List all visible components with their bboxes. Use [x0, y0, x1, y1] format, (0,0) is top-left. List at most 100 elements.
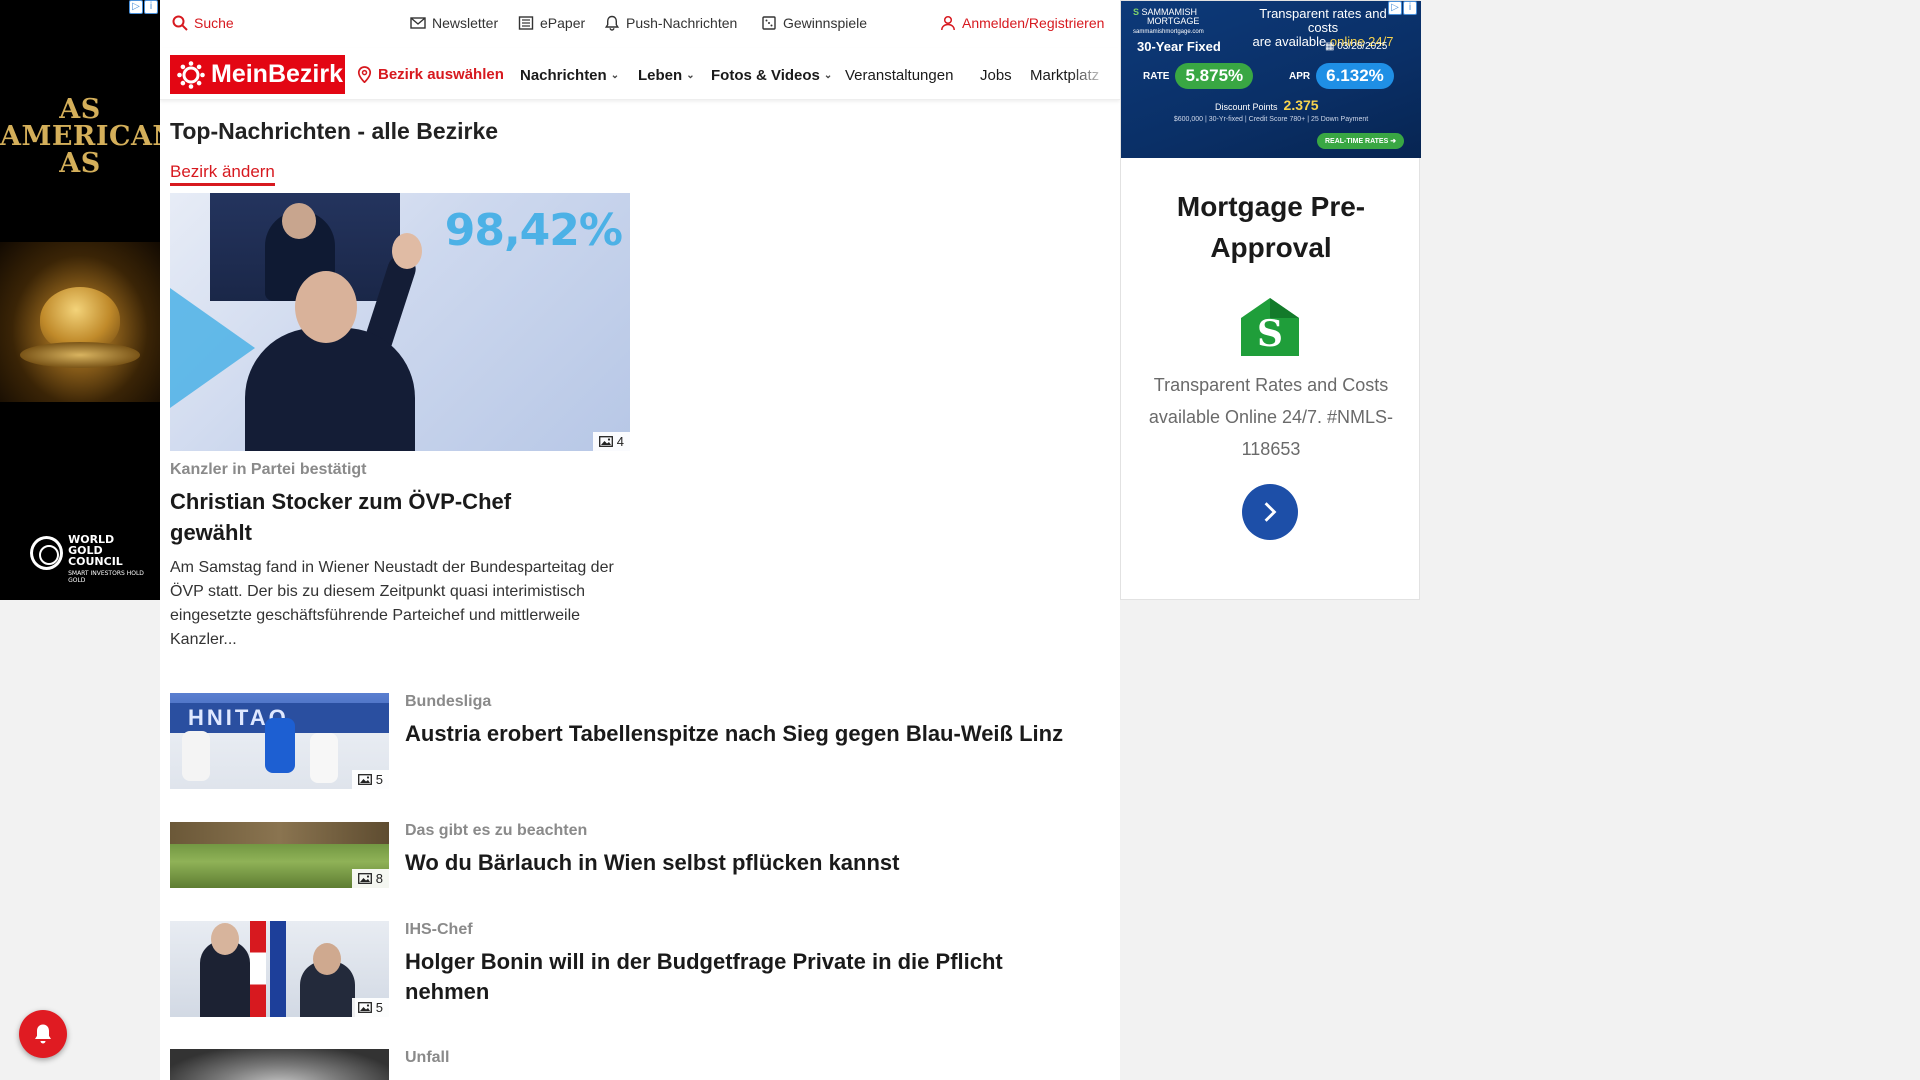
nav-label: Leben: [638, 67, 683, 84]
photo-count: 4: [616, 434, 624, 449]
photo-count-badge: 5: [351, 998, 389, 1017]
notification-bell-button[interactable]: [19, 1010, 67, 1058]
chevron-down-icon: ⌄: [823, 70, 833, 81]
nav-fotos-videos[interactable]: Fotos & Videos ⌄: [711, 67, 832, 84]
discount-points: Discount Points 2.375: [1215, 97, 1319, 113]
photo-count-badge: 4: [592, 432, 630, 451]
bell-icon: [604, 15, 620, 31]
login-label: Anmelden/Registrieren: [962, 15, 1105, 31]
nav-leben[interactable]: Leben ⌄: [638, 67, 695, 84]
bezirk-label: Bezirk auswählen: [378, 66, 504, 83]
real-time-rates-button[interactable]: REAL-TIME RATES ➜: [1317, 133, 1405, 149]
nav-label: Nachrichten: [520, 67, 607, 84]
article-thumbnail[interactable]: 5: [170, 921, 389, 1017]
bezirk-select-button[interactable]: Bezirk auswählen: [357, 66, 504, 83]
ad-play-icon: ▷: [129, 0, 143, 14]
photo-count: 5: [375, 772, 383, 787]
gallery-icon: [357, 873, 372, 884]
meinbezirk-logo[interactable]: MeinBezirk: [170, 55, 345, 94]
adchoices-badge[interactable]: ▷ i: [1388, 1, 1417, 15]
world-gold-council-logo: WORLD GOLD COUNCIL SMART INVESTORS HOLD …: [30, 534, 160, 584]
nav-label: Fotos & Videos: [711, 67, 820, 84]
photo-count-badge: 5: [351, 770, 389, 789]
article-title[interactable]: Wo du Bärlauch in Wien selbst pflücken k…: [405, 848, 1085, 878]
wgc-name: WORLD GOLD COUNCIL: [68, 533, 123, 568]
image-percentage-text: 98,42%: [444, 205, 623, 256]
top-article-teaser: Am Samstag fand in Wiener Neustadt der B…: [170, 559, 614, 648]
sun-logo-icon: [177, 60, 205, 89]
house-dollar-icon: S: [1241, 298, 1299, 356]
article-kicker: Unfall: [405, 1049, 450, 1066]
nav-label: Jobs: [980, 67, 1012, 84]
ad-info-icon: i: [144, 0, 158, 14]
search-label: Suche: [194, 15, 234, 31]
main-nav: MeinBezirk Bezirk auswählen Nachrichten ⌄…: [160, 48, 1120, 100]
mortgage-rate-banner[interactable]: S SAMMAMISH MORTGAGE sammamishmortgage.c…: [1121, 1, 1421, 158]
nav-label: Veranstaltungen: [845, 67, 954, 84]
newsletter-label: Newsletter: [432, 15, 499, 31]
chevron-down-icon: ⌄: [686, 70, 695, 81]
chevron-down-icon: ⌄: [610, 70, 620, 81]
wgc-tagline: SMART INVESTORS HOLD GOLD: [68, 570, 144, 584]
wgc-ring-icon: [30, 536, 64, 570]
top-article-image[interactable]: 98,42% 4: [170, 193, 630, 451]
nav-scroll-fade: [1070, 56, 1110, 96]
photo-count: 8: [375, 871, 383, 886]
banner-product: 30-Year Fixed: [1137, 39, 1221, 54]
article-kicker: IHS-Chef: [405, 921, 473, 938]
gift-icon: [762, 16, 776, 30]
roast-turkey-image: [0, 242, 160, 402]
svg-text:S: S: [1257, 313, 1283, 355]
epaper-label: ePaper: [540, 15, 586, 31]
photo-count-badge: 8: [351, 869, 389, 888]
newsletter-link[interactable]: Newsletter: [410, 15, 498, 31]
gewinnspiele-link[interactable]: Gewinnspiele: [761, 15, 867, 31]
gallery-icon: [357, 1002, 372, 1013]
article-thumbnail[interactable]: HNITAQ 5: [170, 693, 389, 789]
article-title[interactable]: Holger Bonin will in der Budgetfrage Pri…: [405, 947, 1085, 1007]
main-column: Suche Newsletter ePaper Push-Nachrichten…: [160, 0, 1120, 1080]
adchoices-badge[interactable]: ▷ i: [129, 0, 158, 14]
top-article-kicker: Kanzler in Partei bestätigt: [170, 461, 367, 478]
article-kicker: Bundesliga: [405, 693, 492, 710]
nav-nachrichten[interactable]: Nachrichten ⌄: [520, 67, 619, 84]
utility-bar: Suche Newsletter ePaper Push-Nachrichten…: [160, 0, 1120, 46]
photo-count: 5: [375, 1000, 383, 1015]
right-mortgage-ad[interactable]: S SAMMAMISH MORTGAGE sammamishmortgage.c…: [1120, 0, 1421, 600]
nav-veranstaltungen[interactable]: Veranstaltungen: [845, 67, 953, 84]
gallery-icon: [357, 774, 372, 785]
top-article-title[interactable]: Christian Stocker zum ÖVP-Chef gewählt: [170, 486, 590, 548]
gallery-icon: [598, 436, 613, 447]
envelope-icon: [410, 17, 426, 29]
ad-description: Transparent Rates and Costs available On…: [1148, 375, 1394, 459]
banner-date: ▦ 03/28/2025: [1325, 41, 1388, 52]
push-label: Push-Nachrichten: [626, 15, 738, 31]
epaper-link[interactable]: ePaper: [518, 15, 585, 31]
chevron-right-icon: [1264, 502, 1277, 522]
apr-pill: APR 6.132%: [1281, 60, 1404, 92]
login-link[interactable]: Anmelden/Registrieren: [940, 15, 1104, 31]
ad-play-icon: ▷: [1388, 1, 1402, 15]
newspaper-icon: [518, 16, 534, 30]
banner-fine-print: $600,000 | 30-Yr-fixed | Credit Score 78…: [1173, 116, 1369, 123]
location-pin-icon: [357, 66, 372, 83]
article-kicker: Das gibt es zu beachten: [405, 822, 588, 839]
page-title: Top-Nachrichten - alle Bezirke: [170, 118, 499, 144]
push-notifications-link[interactable]: Push-Nachrichten: [604, 15, 737, 31]
search-icon: [172, 15, 188, 31]
article-thumbnail[interactable]: 8: [170, 822, 389, 888]
gewinnspiele-label: Gewinnspiele: [783, 15, 868, 31]
logo-text: MeinBezirk: [211, 60, 343, 88]
article-thumbnail[interactable]: [170, 1049, 389, 1080]
change-bezirk-link[interactable]: Bezirk ändern: [170, 162, 275, 186]
ad-info-icon: i: [1403, 1, 1417, 15]
ad-headline: AS AMERICAN AS: [0, 94, 160, 179]
ad-next-button[interactable]: [1242, 484, 1298, 540]
rate-pill: RATE 5.875%: [1135, 60, 1263, 92]
sammamish-logo: S SAMMAMISH MORTGAGE sammamishmortgage.c…: [1133, 7, 1204, 36]
user-icon: [941, 15, 955, 31]
article-title[interactable]: Austria erobert Tabellenspitze nach Sieg…: [405, 719, 1085, 749]
search-link[interactable]: Suche: [172, 15, 234, 31]
left-skyscraper-ad[interactable]: ▷ i AS AMERICAN AS WORLD GOLD COUNCIL SM…: [0, 0, 160, 600]
nav-jobs[interactable]: Jobs: [980, 67, 1012, 84]
